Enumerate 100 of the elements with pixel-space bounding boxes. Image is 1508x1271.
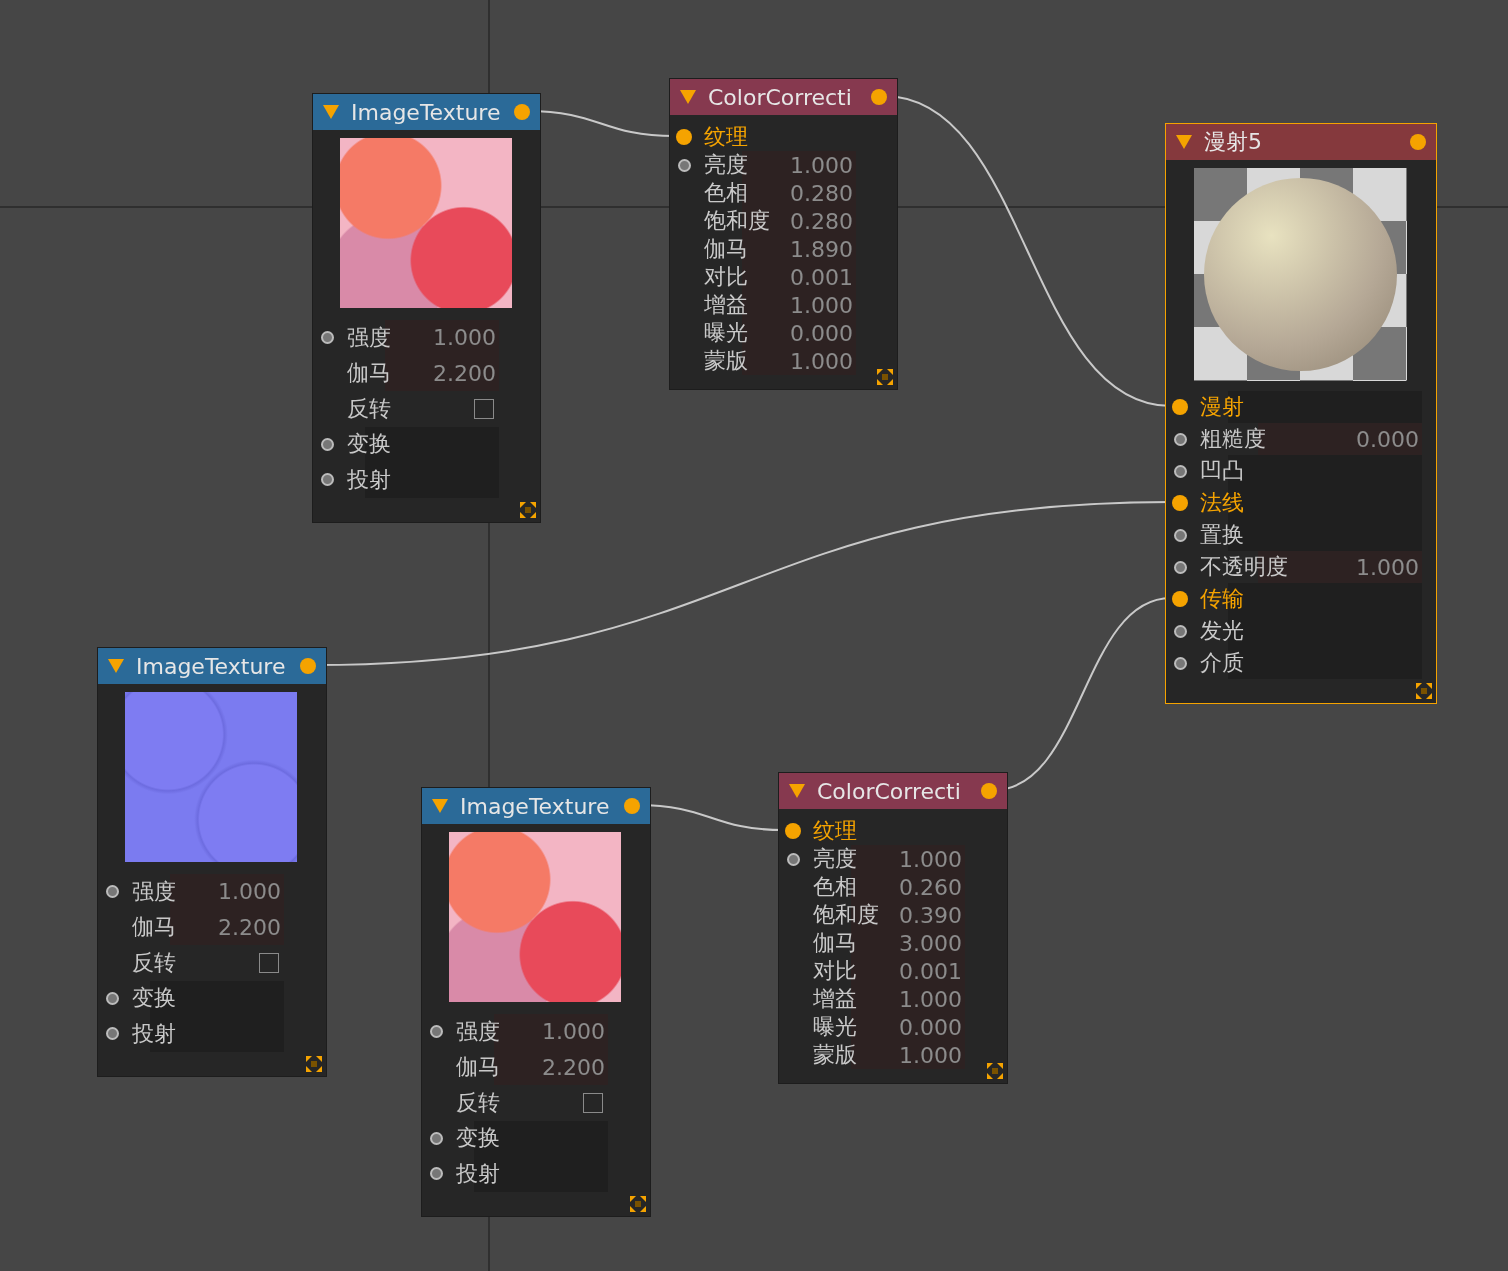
input-port[interactable] <box>429 1131 443 1145</box>
checkbox[interactable] <box>474 398 494 419</box>
input-port[interactable] <box>1173 560 1187 574</box>
expand-icon[interactable] <box>306 1055 322 1072</box>
parameter-value[interactable]: 2.200 <box>433 360 496 386</box>
input-port[interactable] <box>1173 624 1187 638</box>
parameter-label: 强度 <box>456 1017 500 1046</box>
parameter-label: 蒙版 <box>813 1041 857 1069</box>
expand-icon[interactable] <box>630 1195 646 1212</box>
parameter-value[interactable]: 2.200 <box>218 914 281 940</box>
input-port[interactable] <box>1173 656 1187 670</box>
parameter-label: 纹理 <box>813 817 857 845</box>
parameter-label: 发光 <box>1200 617 1244 645</box>
node-panel[interactable]: ColorCorrecti 纹理 亮度 1.000 色相 0.260 饱和度 0.390 伽马 3.000 对比 0.001 增益 1.000 曝光 0.000 蒙版 1.000 <box>778 772 1008 1084</box>
parameter-label: 对比 <box>813 957 857 985</box>
input-port[interactable] <box>677 158 691 172</box>
collapse-triangle-icon[interactable] <box>323 105 339 119</box>
parameter-value[interactable]: 0.390 <box>899 902 962 928</box>
parameter-value[interactable]: 1.000 <box>899 1042 962 1068</box>
input-port[interactable] <box>1172 591 1188 607</box>
input-port[interactable] <box>676 129 692 145</box>
parameter-label: 凹凸 <box>1200 457 1244 485</box>
node-header[interactable]: ImageTexture <box>98 648 326 684</box>
parameter-value[interactable]: 0.001 <box>899 958 962 984</box>
parameter-value[interactable]: 1.000 <box>433 325 496 351</box>
parameter-value[interactable]: 0.001 <box>790 264 853 290</box>
collapse-triangle-icon[interactable] <box>432 799 448 813</box>
parameter-value[interactable]: 1.000 <box>1356 554 1419 580</box>
input-port[interactable] <box>1173 464 1187 478</box>
parameter-label: 色相 <box>813 873 857 901</box>
parameter-label: 蒙版 <box>704 347 748 375</box>
input-port[interactable] <box>105 1027 119 1041</box>
expand-icon[interactable] <box>987 1063 1003 1079</box>
output-port[interactable] <box>981 783 997 799</box>
output-port[interactable] <box>1410 134 1426 150</box>
checkbox[interactable] <box>583 1092 603 1113</box>
node-header[interactable]: ImageTexture <box>422 788 650 824</box>
parameter-label: 置换 <box>1200 521 1244 549</box>
collapse-triangle-icon[interactable] <box>680 90 696 104</box>
parameter-label: 反转 <box>132 948 176 977</box>
input-port[interactable] <box>105 991 119 1005</box>
node-header[interactable]: ColorCorrecti <box>779 773 1007 809</box>
parameter-value[interactable]: 0.280 <box>790 208 853 234</box>
node-panel[interactable]: ImageTexture 强度 1.000 伽马 2.200 反转 变换 投射 <box>312 93 541 523</box>
parameter-label: 纹理 <box>704 123 748 151</box>
output-port[interactable] <box>624 798 640 814</box>
parameter-value[interactable]: 0.000 <box>899 1014 962 1040</box>
input-port[interactable] <box>429 1025 443 1039</box>
node-panel[interactable]: ColorCorrecti 纹理 亮度 1.000 色相 0.280 饱和度 0.280 伽马 1.890 对比 0.001 增益 1.000 曝光 0.000 蒙版 1.000 <box>669 78 898 390</box>
input-port[interactable] <box>105 885 119 899</box>
input-port[interactable] <box>1172 495 1188 511</box>
node-header[interactable]: ImageTexture <box>313 94 540 130</box>
parameter-value[interactable]: 3.000 <box>899 930 962 956</box>
parameter-value[interactable]: 0.000 <box>1356 426 1419 452</box>
parameter-label: 曝光 <box>813 1013 857 1041</box>
input-port[interactable] <box>320 473 334 487</box>
parameter-label: 反转 <box>456 1088 500 1117</box>
node-panel[interactable]: ImageTexture 强度 1.000 伽马 2.200 反转 变换 投射 <box>97 647 327 1077</box>
parameter-value[interactable]: 2.200 <box>542 1054 605 1080</box>
checkbox[interactable] <box>259 952 279 973</box>
parameter-value[interactable]: 1.000 <box>790 292 853 318</box>
input-port[interactable] <box>1172 399 1188 415</box>
parameter-value[interactable]: 0.280 <box>790 180 853 206</box>
collapse-triangle-icon[interactable] <box>1176 135 1192 149</box>
parameter-label: 粗糙度 <box>1200 425 1266 453</box>
parameter-value[interactable]: 1.000 <box>790 152 853 178</box>
parameter-value[interactable]: 0.260 <box>899 874 962 900</box>
input-port[interactable] <box>320 437 334 451</box>
input-port[interactable] <box>320 331 334 345</box>
parameter-value[interactable]: 0.000 <box>790 320 853 346</box>
parameter-label: 曝光 <box>704 319 748 347</box>
expand-icon[interactable] <box>1416 683 1432 699</box>
collapse-triangle-icon[interactable] <box>789 784 805 798</box>
parameter-value[interactable]: 1.000 <box>790 348 853 374</box>
parameter-value[interactable]: 1.890 <box>790 236 853 262</box>
parameter-label: 变换 <box>456 1124 500 1153</box>
output-port[interactable] <box>300 658 316 674</box>
node-header[interactable]: 漫射5 <box>1166 124 1436 160</box>
output-port[interactable] <box>871 89 887 105</box>
parameter-label: 变换 <box>347 430 391 459</box>
parameter-value[interactable]: 1.000 <box>899 986 962 1012</box>
input-port[interactable] <box>785 823 801 839</box>
parameter-value[interactable]: 1.000 <box>899 846 962 872</box>
expand-icon[interactable] <box>520 501 536 518</box>
input-port[interactable] <box>1173 432 1187 446</box>
parameter-label: 增益 <box>813 985 857 1013</box>
parameter-label: 法线 <box>1200 489 1244 517</box>
collapse-triangle-icon[interactable] <box>108 659 124 673</box>
input-port[interactable] <box>429 1167 443 1181</box>
input-port[interactable] <box>1173 528 1187 542</box>
node-title: ColorCorrecti <box>817 778 962 804</box>
parameter-value[interactable]: 1.000 <box>218 879 281 905</box>
parameter-value[interactable]: 1.000 <box>542 1019 605 1045</box>
node-header[interactable]: ColorCorrecti <box>670 79 897 115</box>
expand-icon[interactable] <box>877 369 893 385</box>
node-panel[interactable]: ImageTexture 强度 1.000 伽马 2.200 反转 变换 投射 <box>421 787 651 1217</box>
output-port[interactable] <box>514 104 530 120</box>
parameter-label: 伽马 <box>813 929 857 957</box>
node-panel[interactable]: 漫射5 漫射 粗糙度 0.000 凹凸 法线 置换 不透明度 1.000 传输 发光 介质 <box>1165 123 1437 704</box>
input-port[interactable] <box>786 852 800 866</box>
